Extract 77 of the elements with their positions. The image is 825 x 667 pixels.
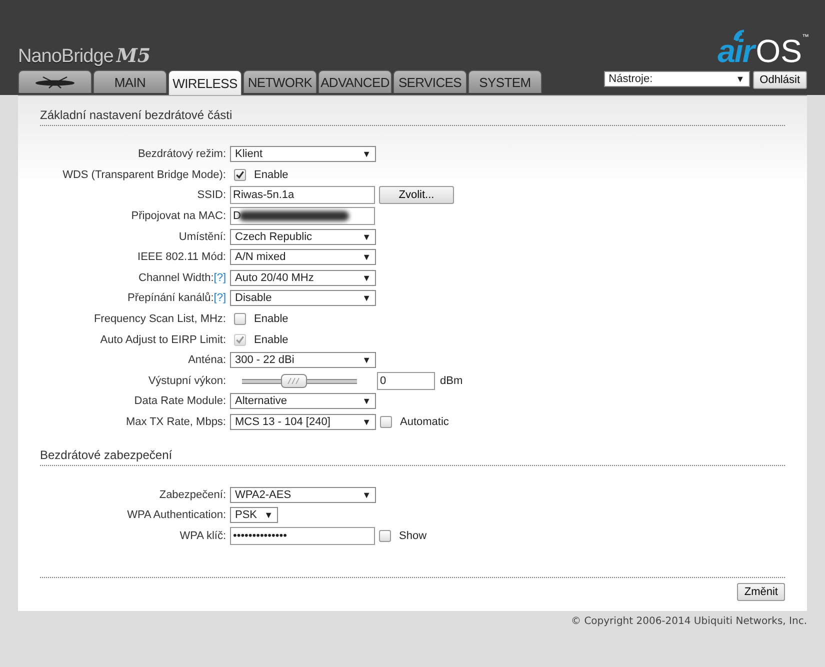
checkbox-label: Enable bbox=[254, 313, 288, 326]
antenna-logo-icon bbox=[35, 76, 75, 88]
checkbox[interactable] bbox=[234, 168, 246, 181]
field-label: IEEE 802.11 Mód: bbox=[138, 251, 226, 264]
field-label: SSID: bbox=[197, 189, 226, 202]
field-label: WPA Authentication: bbox=[127, 509, 226, 522]
select-field[interactable]: PSK ▼ bbox=[230, 507, 278, 524]
field-label: Bezdrátový režim: bbox=[138, 148, 226, 160]
checkbox-label: Show bbox=[399, 530, 427, 542]
slider-thumb[interactable] bbox=[280, 374, 307, 388]
checkmark-icon bbox=[235, 334, 245, 346]
brand-os: OS bbox=[756, 34, 802, 68]
help-link[interactable]: [?] bbox=[214, 292, 226, 304]
checkbox-label: Enable bbox=[254, 168, 288, 181]
field-label: Auto Adjust to EIRP Limit: bbox=[100, 334, 226, 346]
submit-button[interactable]: Změnit bbox=[737, 583, 785, 601]
tab[interactable]: WIRELESS bbox=[168, 70, 242, 95]
tab[interactable]: NETWORK bbox=[243, 70, 317, 93]
select-field[interactable]: Klient ▼ bbox=[230, 146, 376, 162]
tab[interactable]: SERVICES bbox=[393, 70, 467, 93]
dropdown-arrow-icon: ▼ bbox=[362, 293, 371, 304]
field-label: WDS (Transparent Bridge Mode): bbox=[62, 168, 226, 181]
select-field[interactable]: Auto 20/40 MHz ▼ bbox=[230, 270, 376, 286]
field-label: Přepínání kanálů: bbox=[128, 292, 214, 304]
checkbox[interactable] bbox=[379, 530, 391, 542]
field-label: Channel Width: bbox=[138, 272, 214, 284]
dropdown-arrow-icon: ▼ bbox=[362, 355, 371, 366]
input-field[interactable]: 0 bbox=[377, 372, 435, 390]
checkmark-icon bbox=[235, 169, 245, 180]
dropdown-arrow-icon: ▼ bbox=[362, 252, 371, 262]
logout-button[interactable]: Odhlásit bbox=[752, 71, 807, 89]
input-field[interactable]: D bbox=[230, 207, 375, 226]
unit-label: dBm bbox=[440, 374, 463, 387]
checkbox-label: Enable bbox=[254, 334, 288, 346]
field-label: WPA klíč: bbox=[180, 530, 226, 542]
field-label: Výstupní výkon: bbox=[148, 374, 226, 387]
select-field[interactable]: Alternative ▼ bbox=[230, 393, 376, 410]
field-label: Zabezpečení: bbox=[159, 488, 226, 501]
input-field[interactable]: Riwas-5n.1a bbox=[230, 186, 375, 204]
dropdown-arrow-icon: ▼ bbox=[362, 417, 371, 428]
tools-select[interactable]: Nástroje: ▼ bbox=[604, 71, 750, 87]
dropdown-arrow-icon: ▼ bbox=[362, 272, 371, 283]
select-field[interactable]: Disable ▼ bbox=[230, 290, 376, 306]
tab[interactable]: SYSTEM bbox=[468, 70, 542, 93]
field-label: Umístění: bbox=[178, 230, 226, 243]
password-field[interactable]: •••••••••••••• bbox=[230, 526, 375, 545]
select-field[interactable]: Czech Republic ▼ bbox=[230, 228, 376, 245]
copyright-text: © Copyright 2006-2014 Ubiquiti Networks, Inc. bbox=[571, 616, 807, 627]
field-label: Frequency Scan List, MHz: bbox=[94, 313, 226, 326]
select-field[interactable]: 300 - 22 dBi ▼ bbox=[230, 352, 376, 368]
tab[interactable]: ADVANCED bbox=[318, 70, 392, 93]
brand-air: air bbox=[718, 34, 754, 68]
grip-icon bbox=[285, 376, 302, 386]
dropdown-arrow-icon: ▼ bbox=[362, 232, 371, 242]
field-label: Připojovat na MAC: bbox=[131, 210, 226, 222]
select-field[interactable]: WPA2-AES ▼ bbox=[230, 486, 376, 503]
choose-button[interactable]: Zvolit... bbox=[379, 186, 454, 204]
field-label: Data Rate Module: bbox=[134, 395, 226, 408]
dropdown-arrow-icon: ▼ bbox=[264, 510, 273, 520]
section-title: Základní nastavení bezdrátové části bbox=[40, 108, 785, 126]
checkbox-label: Automatic bbox=[400, 416, 449, 428]
product-name: NanoBridge bbox=[18, 46, 114, 68]
model-name: M5 bbox=[116, 45, 151, 67]
tab[interactable] bbox=[18, 70, 92, 93]
select-field[interactable]: MCS 13 - 104 [240] ▼ bbox=[230, 414, 376, 430]
help-link[interactable]: [?] bbox=[214, 272, 226, 284]
field-label: Max TX Rate, Mbps: bbox=[126, 416, 226, 428]
dropdown-arrow-icon: ▼ bbox=[362, 490, 371, 500]
section-title: Bezdrátové zabezpečení bbox=[40, 448, 785, 466]
field-label: Anténa: bbox=[188, 354, 226, 366]
dropdown-arrow-icon: ▼ bbox=[362, 149, 371, 160]
checkbox[interactable] bbox=[234, 313, 246, 326]
select-field[interactable]: A/N mixed ▼ bbox=[230, 249, 376, 266]
checkbox[interactable] bbox=[380, 416, 392, 428]
dropdown-arrow-icon: ▼ bbox=[736, 74, 745, 84]
dropdown-arrow-icon: ▼ bbox=[362, 396, 371, 406]
tab[interactable]: MAIN bbox=[93, 70, 167, 93]
